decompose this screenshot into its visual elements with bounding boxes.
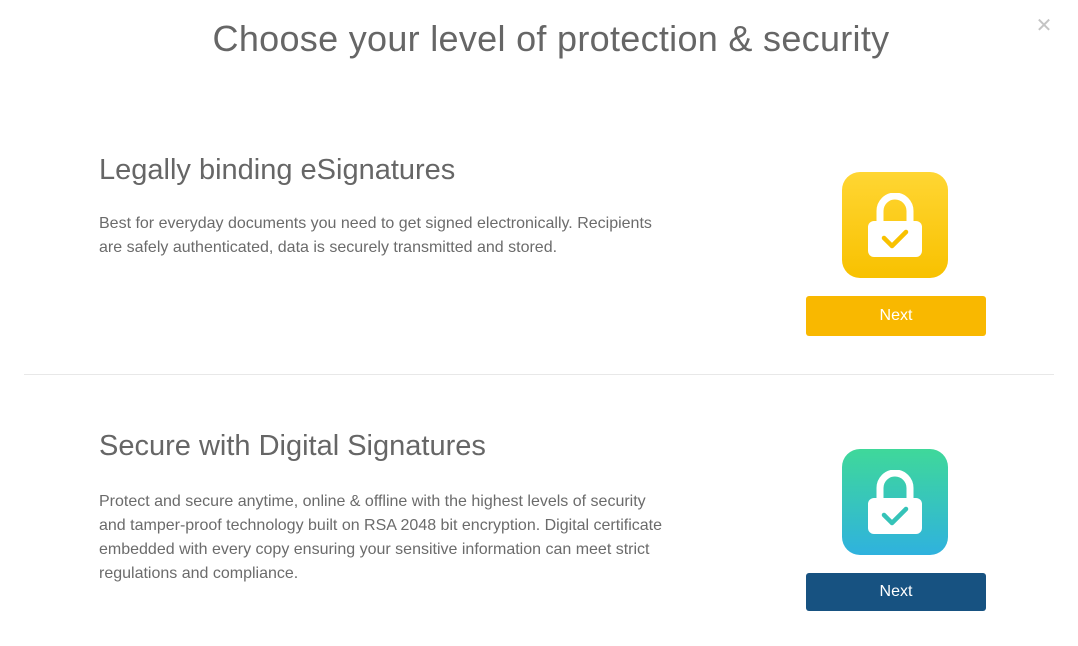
option-heading: Legally binding eSignatures <box>99 154 456 186</box>
modal-title: Choose your level of protection & securi… <box>212 18 890 59</box>
option-digital-signatures: Secure with Digital Signatures Protect a… <box>0 418 1078 646</box>
option-esignatures: Legally binding eSignatures Best for eve… <box>0 140 1078 374</box>
next-button-esignatures[interactable]: Next <box>806 296 986 336</box>
padlock-check-icon <box>842 172 948 278</box>
padlock-glyph <box>868 193 922 257</box>
padlock-glyph <box>868 470 922 534</box>
next-button-digital-signatures[interactable]: Next <box>806 573 986 611</box>
option-description: Protect and secure anytime, online & off… <box>99 493 662 582</box>
option-heading: Secure with Digital Signatures <box>99 430 486 462</box>
divider <box>24 374 1054 375</box>
padlock-check-icon <box>842 449 948 555</box>
option-description: Best for everyday documents you need to … <box>99 215 652 256</box>
protection-level-modal: ✕ Choose your level of protection & secu… <box>0 0 1078 646</box>
